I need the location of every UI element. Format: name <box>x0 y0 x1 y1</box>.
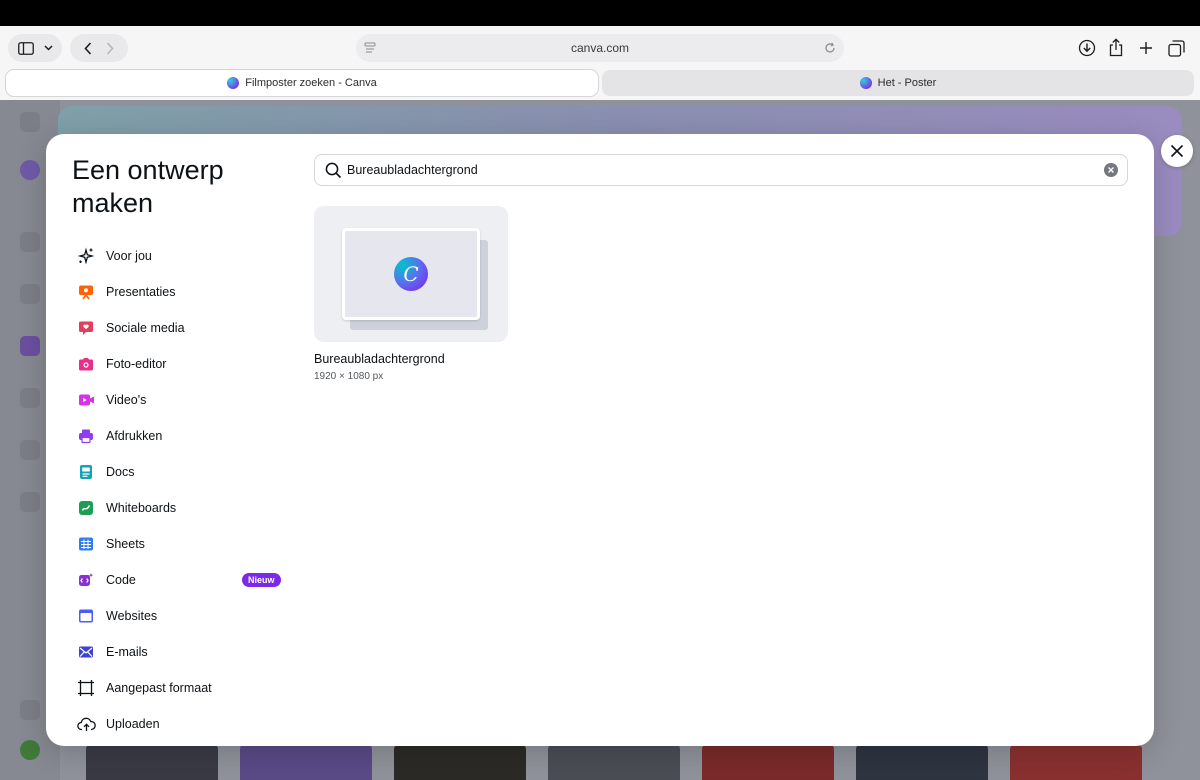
sidebar-toggle-button[interactable] <box>8 34 62 62</box>
design-type-menu: Voor jou Presentaties Sociale media Foto… <box>76 238 286 742</box>
background-sidebar-icon <box>20 700 40 720</box>
printer-icon <box>76 426 96 446</box>
background-sidebar-icon <box>20 232 40 252</box>
menu-label: Sociale media <box>106 321 185 335</box>
background-thumbnail <box>548 745 680 780</box>
tab-overview-icon[interactable] <box>1165 37 1187 59</box>
downloads-icon[interactable] <box>1076 37 1098 59</box>
menu-item-whiteboards[interactable]: Whiteboards <box>76 490 286 526</box>
menu-item-aangepast-formaat[interactable]: Aangepast formaat <box>76 670 286 706</box>
background-thumbnail <box>394 745 526 780</box>
search-bar <box>314 154 1128 186</box>
background-thumbnail <box>702 745 834 780</box>
menu-item-sheets[interactable]: Sheets <box>76 526 286 562</box>
presentation-icon <box>76 282 96 302</box>
canva-favicon-icon <box>227 77 240 89</box>
cloud-upload-icon <box>76 714 96 734</box>
background-sidebar-icon <box>20 112 40 132</box>
menu-item-code[interactable]: Code Nieuw <box>76 562 286 598</box>
canva-logo-icon: C <box>394 257 428 291</box>
menu-label: Sheets <box>106 537 145 551</box>
share-icon[interactable] <box>1105 36 1127 58</box>
video-icon <box>76 390 96 410</box>
reload-icon[interactable] <box>824 42 836 54</box>
page-settings-icon[interactable] <box>364 42 376 54</box>
menu-label: Afdrukken <box>106 429 163 443</box>
doc-icon <box>76 462 96 482</box>
menu-item-e-mails[interactable]: E-mails <box>76 634 286 670</box>
search-input[interactable] <box>347 163 1087 177</box>
menu-label: Foto-editor <box>106 357 167 371</box>
website-icon <box>76 606 96 626</box>
sparkle-icon <box>76 246 96 266</box>
custom-size-icon <box>76 678 96 698</box>
tab-title: Filmposter zoeken - Canva <box>245 77 377 89</box>
menu-label: Uploaden <box>106 717 160 731</box>
new-badge: Nieuw <box>242 573 281 587</box>
close-icon <box>1170 144 1184 158</box>
menu-label: Aangepast formaat <box>106 681 212 695</box>
sheet-icon <box>76 534 96 554</box>
history-nav <box>70 34 128 62</box>
tab-filmposter[interactable]: Filmposter zoeken - Canva <box>6 70 598 96</box>
background-thumbnail <box>856 745 988 780</box>
sidebar-icon <box>17 41 34 55</box>
result-dimensions: 1920 × 1080 px <box>314 371 384 382</box>
address-bar[interactable]: canva.com <box>356 34 844 62</box>
menu-item-docs[interactable]: Docs <box>76 454 286 490</box>
code-icon <box>76 570 96 590</box>
menu-item-voor-jou[interactable]: Voor jou <box>76 238 286 274</box>
desktop-preview: C <box>342 228 480 320</box>
menu-label: Video's <box>106 393 147 407</box>
menu-item-uploaden[interactable]: Uploaden <box>76 706 286 742</box>
mail-icon <box>76 642 96 662</box>
address-url: canva.com <box>570 41 630 55</box>
background-thumbnail <box>1010 745 1142 780</box>
background-sidebar-icon <box>20 440 40 460</box>
menu-item-sociale-media[interactable]: Sociale media <box>76 310 286 346</box>
chevron-down-icon <box>43 45 53 51</box>
menu-label: E-mails <box>106 645 148 659</box>
forward-icon[interactable] <box>106 41 114 55</box>
background-thumbnail <box>240 745 372 780</box>
menu-label: Docs <box>106 465 135 479</box>
background-thumbnail <box>86 745 218 780</box>
background-sidebar-icon <box>20 284 40 304</box>
camera-icon <box>76 354 96 374</box>
background-sidebar-icon <box>20 388 40 408</box>
new-tab-icon[interactable] <box>1135 37 1157 59</box>
search-icon <box>323 160 343 180</box>
modal-title: Een ontwerp maken <box>72 155 224 218</box>
tab-title: Het - Poster <box>877 77 937 89</box>
back-icon[interactable] <box>84 41 92 55</box>
whiteboard-icon <box>76 498 96 518</box>
menu-item-websites[interactable]: Websites <box>76 598 286 634</box>
canva-favicon-icon <box>859 77 872 89</box>
menu-item-foto-editor[interactable]: Foto-editor <box>76 346 286 382</box>
browser-toolbar: canva.com Filmposter zoeken - Canva Het … <box>0 26 1200 100</box>
result-card[interactable]: C Bureaubladachtergrond 1920 × 1080 px <box>314 206 508 382</box>
menu-item-afdrukken[interactable]: Afdrukken <box>76 418 286 454</box>
top-status-bar <box>0 0 1200 26</box>
menu-label: Voor jou <box>106 249 152 263</box>
result-title: Bureaubladachtergrond <box>314 352 445 366</box>
create-design-modal: Een ontwerp maken Voor jou Presentaties … <box>46 134 1154 746</box>
background-sidebar-icon <box>20 740 40 760</box>
menu-item-videos[interactable]: Video's <box>76 382 286 418</box>
background-sidebar-icon <box>20 160 40 180</box>
menu-label: Code <box>106 573 136 587</box>
tab-het-poster[interactable]: Het - Poster <box>602 70 1194 96</box>
heart-chat-icon <box>76 318 96 338</box>
menu-label: Presentaties <box>106 285 176 299</box>
menu-item-presentaties[interactable]: Presentaties <box>76 274 286 310</box>
result-thumbnail[interactable]: C <box>314 206 508 342</box>
background-sidebar-icon <box>20 492 40 512</box>
menu-label: Websites <box>106 609 158 623</box>
close-modal-button[interactable] <box>1161 135 1193 167</box>
clear-search-icon[interactable] <box>1104 163 1118 177</box>
background-sidebar-icon <box>20 336 40 356</box>
menu-label: Whiteboards <box>106 501 177 515</box>
tab-bar: Filmposter zoeken - Canva Het - Poster <box>6 70 1194 96</box>
